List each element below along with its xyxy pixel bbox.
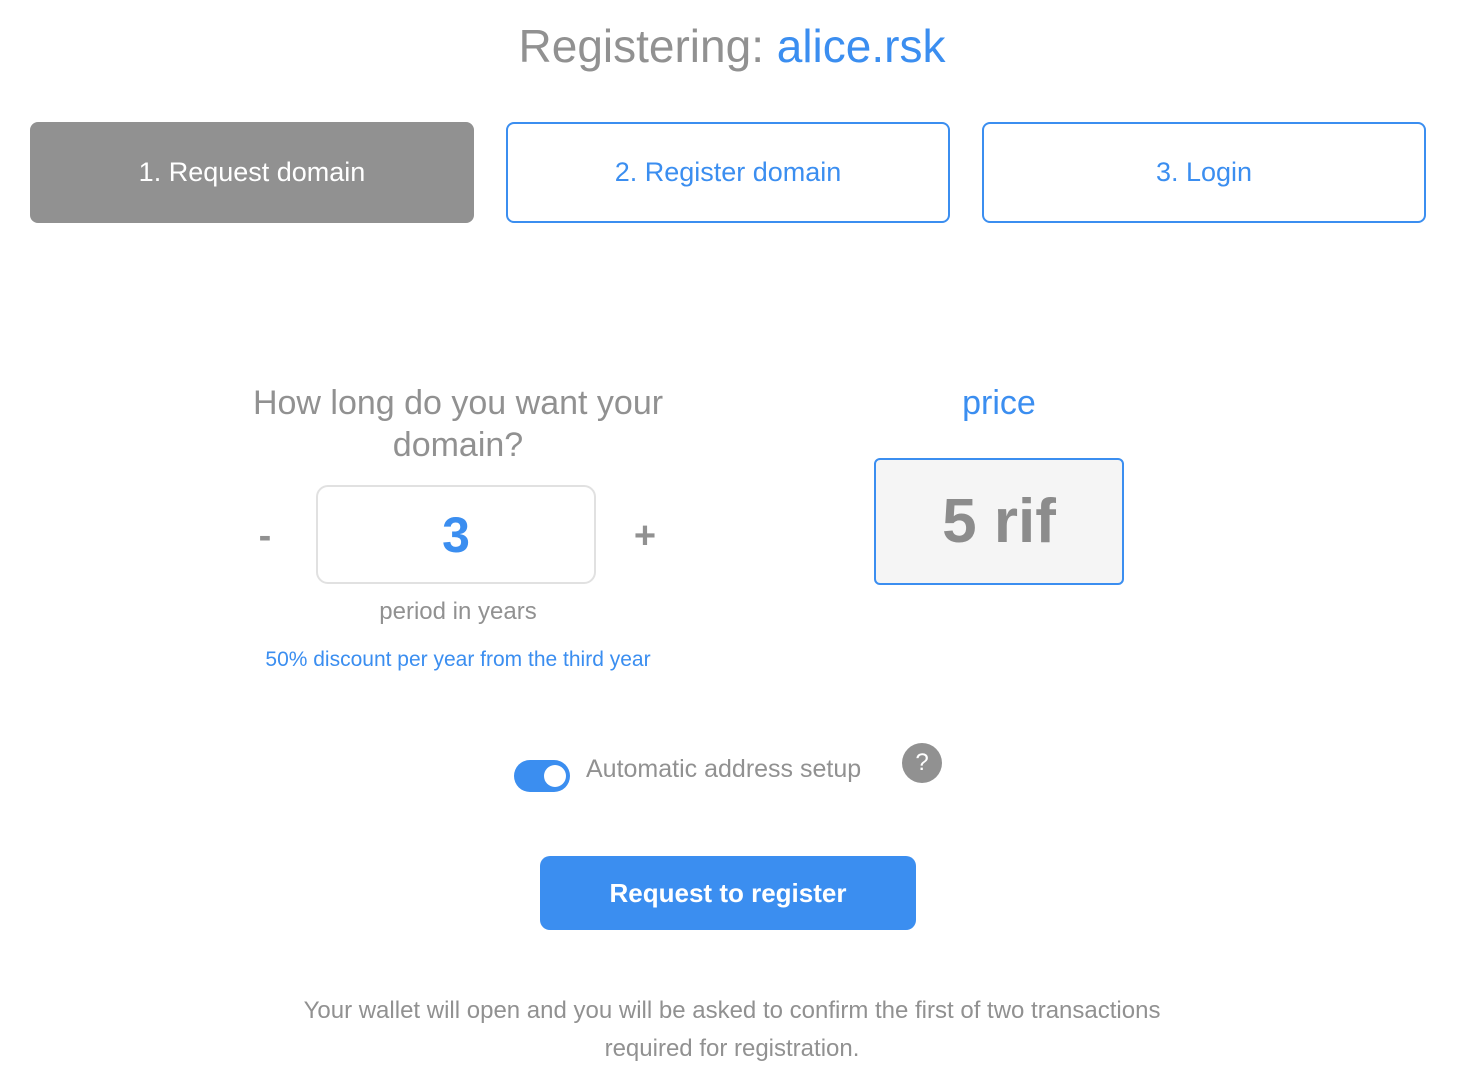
auto-address-label: Automatic address setup	[586, 755, 862, 783]
step-register-domain[interactable]: 2. Register domain	[506, 122, 950, 223]
domain-name: alice.rsk	[776, 20, 946, 72]
title-prefix: Registering:	[518, 20, 777, 72]
request-to-register-button[interactable]: Request to register	[540, 856, 916, 930]
page-title: Registering: alice.rsk	[0, 18, 1464, 74]
button-label: Request to register	[609, 877, 847, 908]
step-login[interactable]: 3. Login	[982, 122, 1426, 223]
step-label: 2. Register domain	[614, 157, 842, 187]
wallet-note: Your wallet will open and you will be as…	[232, 992, 1232, 1068]
help-icon[interactable]: ?	[902, 743, 942, 783]
period-unit-label: period in years	[379, 598, 537, 625]
wallet-note-line-2: required for registration.	[604, 1035, 860, 1062]
years-input[interactable]: 3	[316, 485, 596, 584]
decrement-button[interactable]: -	[240, 508, 290, 564]
step-request-domain[interactable]: 1. Request domain	[30, 122, 474, 223]
step-label: 3. Login	[1155, 157, 1253, 187]
increment-button[interactable]: +	[620, 508, 670, 564]
auto-address-toggle[interactable]	[514, 760, 570, 792]
price-display: 5 rif	[874, 458, 1124, 585]
discount-note: 50% discount per year from the third yea…	[265, 648, 651, 671]
toggle-knob	[544, 765, 566, 787]
period-question: How long do you want your domain?	[252, 384, 664, 464]
step-label: 1. Request domain	[138, 157, 366, 187]
wallet-note-line-1: Your wallet will open and you will be as…	[303, 997, 1161, 1024]
years-value: 3	[442, 506, 470, 563]
price-label: price	[962, 384, 1036, 422]
price-value: 5 rif	[942, 487, 1056, 556]
